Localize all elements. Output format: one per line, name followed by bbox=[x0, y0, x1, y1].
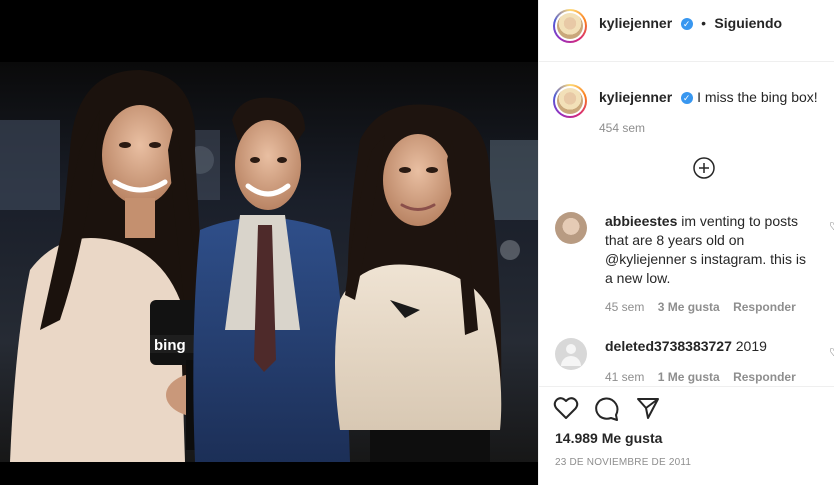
reply-button[interactable]: Responder bbox=[733, 300, 796, 314]
post-photo[interactable]: bing bbox=[0, 0, 538, 485]
comment-username[interactable]: abbieestes bbox=[605, 213, 677, 229]
comment-username[interactable]: deleted3738383727 bbox=[605, 338, 732, 354]
comment-avatar[interactable] bbox=[555, 338, 587, 370]
author-avatar[interactable] bbox=[553, 9, 587, 43]
verified-badge-icon: ✓ bbox=[680, 17, 693, 30]
comment-meta: 45 sem 3 Me gusta Responder bbox=[605, 300, 796, 314]
comment-time[interactable]: 45 sem bbox=[605, 300, 644, 314]
caption-username[interactable]: kyliejenner bbox=[599, 89, 672, 105]
comment-likes[interactable]: 3 Me gusta bbox=[658, 300, 720, 314]
plus-circle-icon bbox=[693, 157, 715, 179]
comment-like-heart-icon[interactable]: ♡ bbox=[829, 346, 834, 359]
comment-item: deleted3738383727 2019 bbox=[605, 338, 815, 354]
caption-avatar[interactable] bbox=[553, 84, 587, 118]
reply-button[interactable]: Responder bbox=[733, 370, 796, 384]
comment-item: abbieestes im venting to posts that are … bbox=[605, 212, 815, 288]
verified-badge-icon: ✓ bbox=[680, 91, 693, 104]
mic-logo-text: bing bbox=[154, 337, 186, 354]
caption-text: I miss the bing box! bbox=[697, 89, 818, 105]
share-icon[interactable] bbox=[636, 396, 660, 420]
comment-avatar[interactable] bbox=[555, 212, 587, 244]
post-side-panel: kyliejenner ✓ • Siguiendo kyliejenner ✓ … bbox=[538, 0, 834, 485]
comment-like-heart-icon[interactable]: ♡ bbox=[829, 220, 834, 233]
caption: kyliejenner ✓ I miss the bing box! bbox=[599, 89, 819, 107]
comment-icon[interactable] bbox=[594, 396, 620, 422]
heart-icon[interactable] bbox=[553, 396, 579, 420]
comment-meta: 41 sem 1 Me gusta Responder bbox=[605, 370, 796, 384]
caption-time[interactable]: 454 sem bbox=[599, 121, 645, 135]
comment-likes[interactable]: 1 Me gusta bbox=[658, 370, 720, 384]
comment-text: 2019 bbox=[735, 338, 767, 354]
comment-time[interactable]: 41 sem bbox=[605, 370, 644, 384]
follow-status-button[interactable]: Siguiendo bbox=[714, 15, 782, 31]
photo-illustration: bing bbox=[0, 0, 538, 485]
separator-dot: • bbox=[701, 15, 706, 31]
author-username[interactable]: kyliejenner bbox=[599, 15, 672, 31]
likes-count[interactable]: 14.989 Me gusta bbox=[555, 430, 662, 446]
post-header: kyliejenner ✓ • Siguiendo bbox=[539, 0, 834, 62]
post-date[interactable]: 23 DE NOVIEMBRE DE 2011 bbox=[555, 457, 691, 468]
load-more-comments-button[interactable] bbox=[693, 157, 715, 179]
